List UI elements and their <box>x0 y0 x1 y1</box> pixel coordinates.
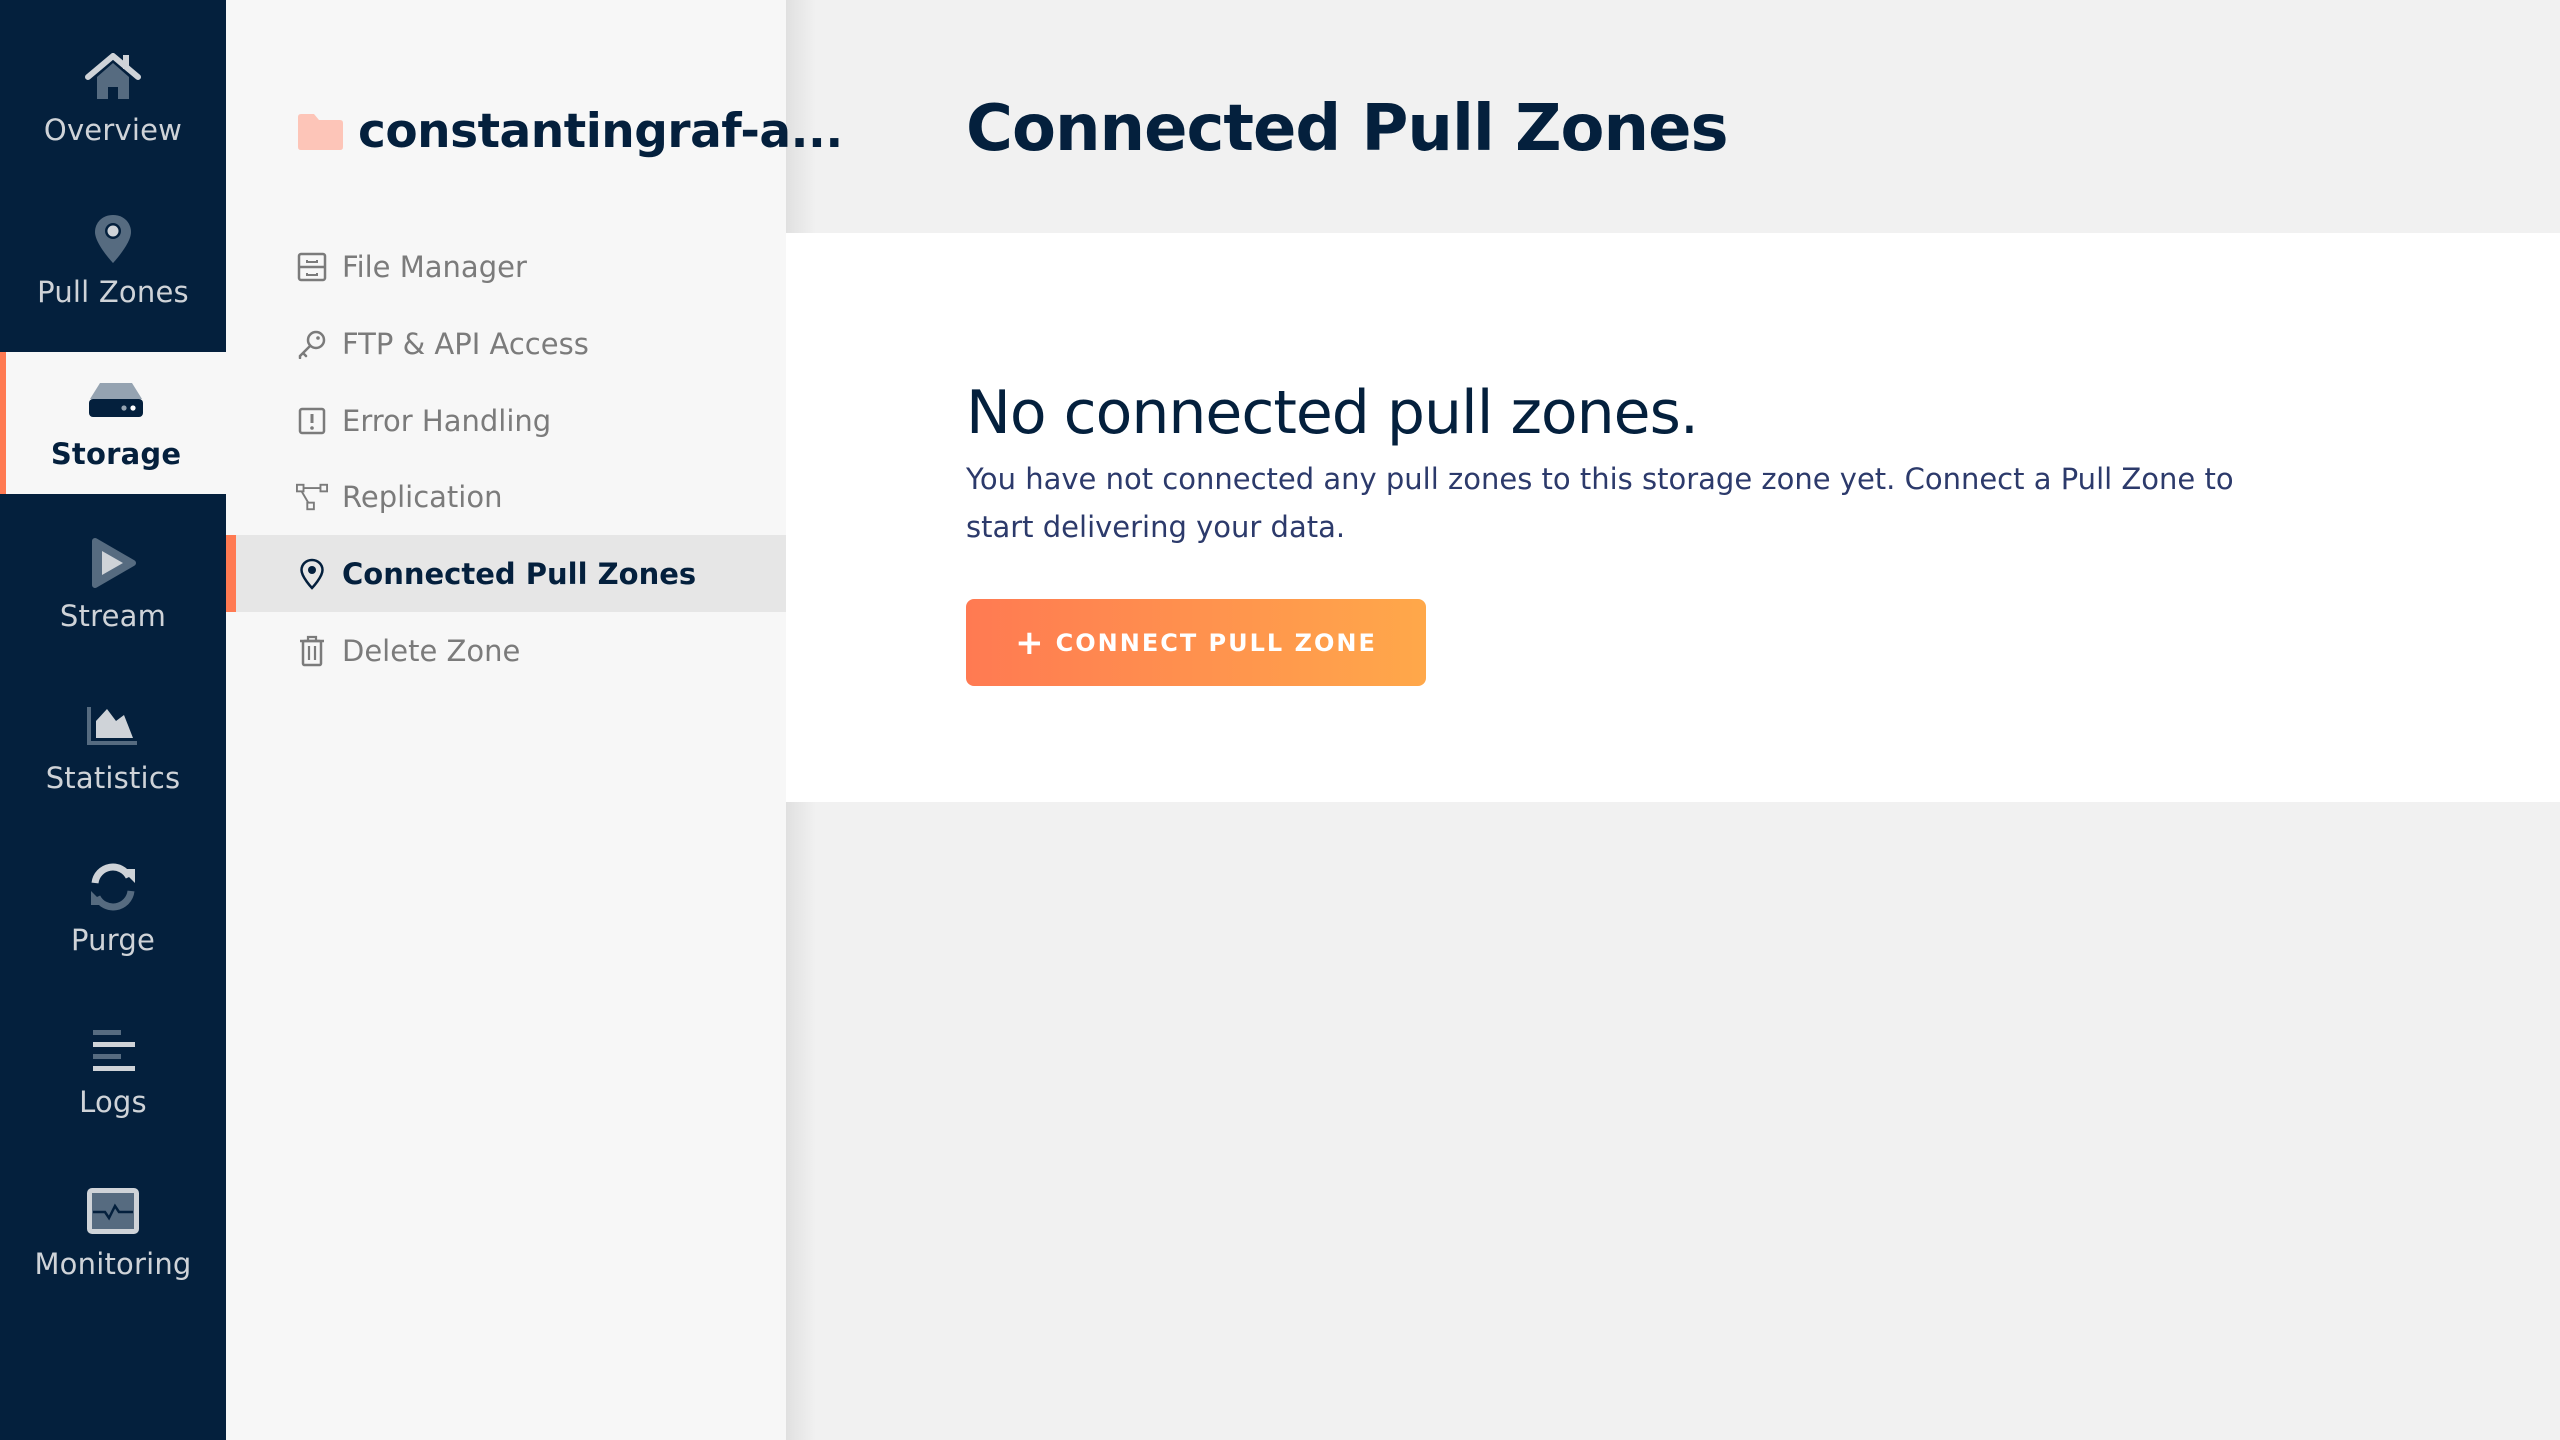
nav-label: Stream <box>59 599 167 633</box>
sidebar-item-label: Replication <box>342 479 503 514</box>
trash-icon <box>296 635 328 667</box>
nav-label: Purge <box>70 923 156 957</box>
secondary-sidebar: constantingraf-a... File Manager FTP & A… <box>226 0 843 1440</box>
plus-icon: + <box>1015 622 1046 663</box>
key-icon <box>296 328 328 360</box>
lines-icon <box>85 1023 141 1075</box>
sidebar-item-label: Delete Zone <box>342 633 521 668</box>
sidebar-item-replication[interactable]: Replication <box>226 458 786 535</box>
empty-state-text: You have not connected any pull zones to… <box>966 462 2234 544</box>
area-chart-icon <box>85 699 141 751</box>
nav-label: Monitoring <box>34 1247 192 1281</box>
nav-item-statistics[interactable]: Statistics <box>0 676 226 818</box>
home-icon <box>85 51 141 103</box>
monitor-pulse-icon <box>85 1185 141 1237</box>
nav-label: Logs <box>79 1085 147 1119</box>
map-pin-icon <box>296 558 328 590</box>
sidebar-item-label: Connected Pull Zones <box>342 556 697 591</box>
folder-icon <box>296 113 344 151</box>
sidebar-item-label: File Manager <box>342 249 527 284</box>
sidebar-item-delete-zone[interactable]: Delete Zone <box>226 612 786 689</box>
storage-drive-icon <box>88 375 144 427</box>
nav-item-purge[interactable]: Purge <box>0 838 226 980</box>
zone-title: constantingraf-a... <box>296 104 843 159</box>
nav-item-overview[interactable]: Overview <box>0 28 226 170</box>
nav-item-pull-zones[interactable]: Pull Zones <box>0 190 226 332</box>
nav-label: Storage <box>50 437 182 471</box>
map-pin-icon <box>85 213 141 265</box>
sidebar-item-ftp-api-access[interactable]: FTP & API Access <box>226 305 786 382</box>
exclamation-box-icon <box>296 405 328 437</box>
nav-item-storage[interactable]: Storage <box>0 352 226 494</box>
empty-state-title: No connected pull zones. <box>966 378 1699 448</box>
connect-pull-zone-label: CONNECT PULL ZONE <box>1055 628 1377 657</box>
nav-label: Overview <box>43 113 183 147</box>
nav-item-monitoring[interactable]: Monitoring <box>0 1162 226 1304</box>
connect-pull-zone-button[interactable]: + CONNECT PULL ZONE <box>966 599 1426 686</box>
network-nodes-icon <box>296 481 328 513</box>
sidebar-item-label: Error Handling <box>342 403 552 438</box>
page-title: Connected Pull Zones <box>966 92 1729 166</box>
sidebar-item-file-manager[interactable]: File Manager <box>226 228 786 305</box>
refresh-icon <box>85 861 141 913</box>
file-cabinet-icon <box>296 251 328 283</box>
sidebar-item-error-handling[interactable]: Error Handling <box>226 382 786 459</box>
nav-label: Pull Zones <box>37 275 189 309</box>
empty-state-card: No connected pull zones. You have not co… <box>786 233 2560 802</box>
primary-nav: Overview Pull Zones Storage Stream Stati… <box>0 0 226 1440</box>
zone-name: constantingraf-a... <box>358 104 843 159</box>
sidebar-item-connected-pull-zones[interactable]: Connected Pull Zones <box>226 535 786 612</box>
nav-item-logs[interactable]: Logs <box>0 1000 226 1142</box>
play-icon <box>85 537 141 589</box>
nav-item-stream[interactable]: Stream <box>0 514 226 656</box>
nav-label: Statistics <box>45 761 181 795</box>
sidebar-item-label: FTP & API Access <box>342 326 589 361</box>
